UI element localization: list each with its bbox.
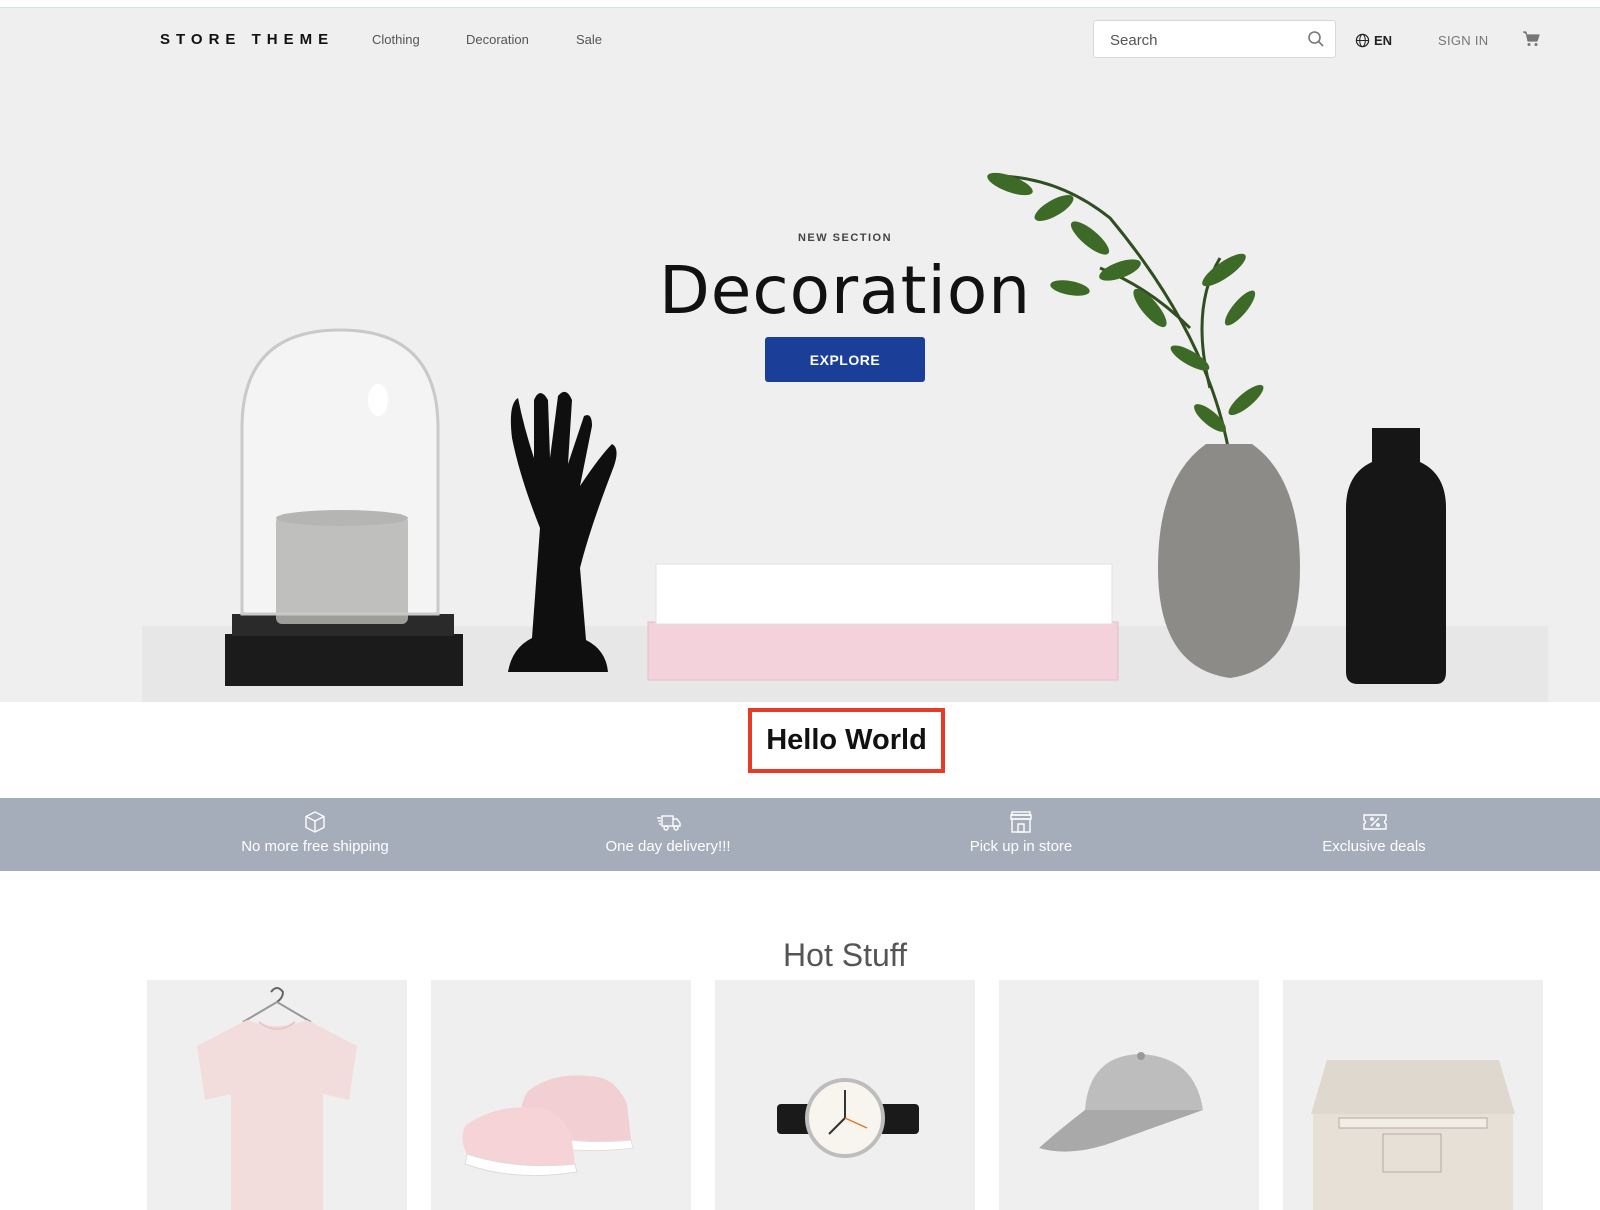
- globe-icon: [1355, 33, 1370, 47]
- site-header: STORE THEME Clothing Decoration Sale EN …: [0, 8, 1600, 72]
- benefit-delivery: One day delivery!!!: [518, 798, 818, 871]
- product-card-sneakers[interactable]: [431, 980, 691, 1210]
- sneakers-image: [462, 1075, 634, 1177]
- product-card-tshirt[interactable]: [147, 980, 407, 1210]
- top-border: [0, 0, 1600, 8]
- nav-decoration[interactable]: Decoration: [466, 32, 529, 47]
- search-box: [1093, 20, 1336, 58]
- benefit-label: Exclusive deals: [1322, 838, 1426, 855]
- watch-image: [777, 1078, 919, 1158]
- tshirt-image: [197, 987, 357, 1210]
- benefit-label: One day delivery!!!: [605, 838, 731, 855]
- product-card-cap[interactable]: [999, 980, 1259, 1210]
- product-card-laptop[interactable]: [1283, 980, 1543, 1210]
- sign-in-link[interactable]: SIGN IN: [1438, 33, 1489, 48]
- cap-image: [1039, 1052, 1203, 1152]
- product-card-watch[interactable]: [715, 980, 975, 1210]
- laptop-image: [1311, 1060, 1515, 1210]
- benefit-label: Pick up in store: [969, 838, 1073, 855]
- hero-eyebrow: NEW SECTION: [797, 232, 893, 244]
- hero-title: Decoration: [658, 252, 1032, 329]
- benefits-bar: No more free shipping One day delivery!!…: [0, 798, 1600, 871]
- nav-clothing[interactable]: Clothing: [372, 32, 420, 47]
- discount-ticket-icon: [1363, 814, 1387, 830]
- benefit-free-shipping: No more free shipping: [165, 798, 465, 871]
- search-input[interactable]: [1108, 29, 1302, 51]
- section-title-hot-stuff: Hot Stuff: [783, 936, 907, 973]
- search-icon[interactable]: [1307, 30, 1325, 48]
- cart-icon[interactable]: [1522, 30, 1540, 48]
- delivery-truck-icon: [657, 815, 681, 831]
- benefit-deals: Exclusive deals: [1224, 798, 1524, 871]
- hero-banner: STORE THEME Clothing Decoration Sale EN …: [0, 8, 1600, 702]
- store-logo[interactable]: STORE THEME: [160, 31, 334, 48]
- hello-world-highlight: Hello World: [748, 708, 945, 773]
- nav-sale[interactable]: Sale: [576, 32, 602, 47]
- benefit-pickup: Pick up in store: [871, 798, 1171, 871]
- language-switcher[interactable]: EN: [1355, 30, 1392, 50]
- language-label: EN: [1374, 32, 1393, 48]
- hello-world-text: Hello World: [766, 724, 927, 756]
- store-icon: [1010, 811, 1032, 833]
- box-icon: [305, 811, 325, 833]
- explore-button[interactable]: EXPLORE: [765, 337, 925, 382]
- benefit-label: No more free shipping: [241, 838, 389, 855]
